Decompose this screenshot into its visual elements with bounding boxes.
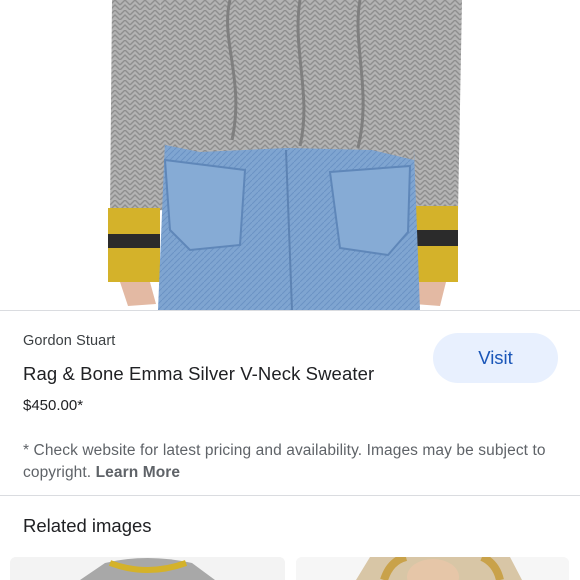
related-image-thumbnail[interactable] [10,557,285,580]
product-photo [108,0,462,310]
disclaimer: * Check website for latest pricing and a… [23,440,558,484]
related-images-heading: Related images [23,515,152,536]
product-price: $450.00* [23,397,84,414]
product-image[interactable] [0,0,580,310]
product-title[interactable]: Rag & Bone Emma Silver V-Neck Sweater [23,363,374,385]
related-image-thumbnail[interactable] [296,557,569,580]
image-divider [0,310,580,311]
related-image-1 [10,557,285,580]
section-divider [0,495,580,496]
visit-button[interactable]: Visit [433,333,558,383]
related-image-2 [296,557,569,580]
product-source: Gordon Stuart [23,333,116,349]
learn-more-link[interactable]: Learn More [96,464,181,481]
